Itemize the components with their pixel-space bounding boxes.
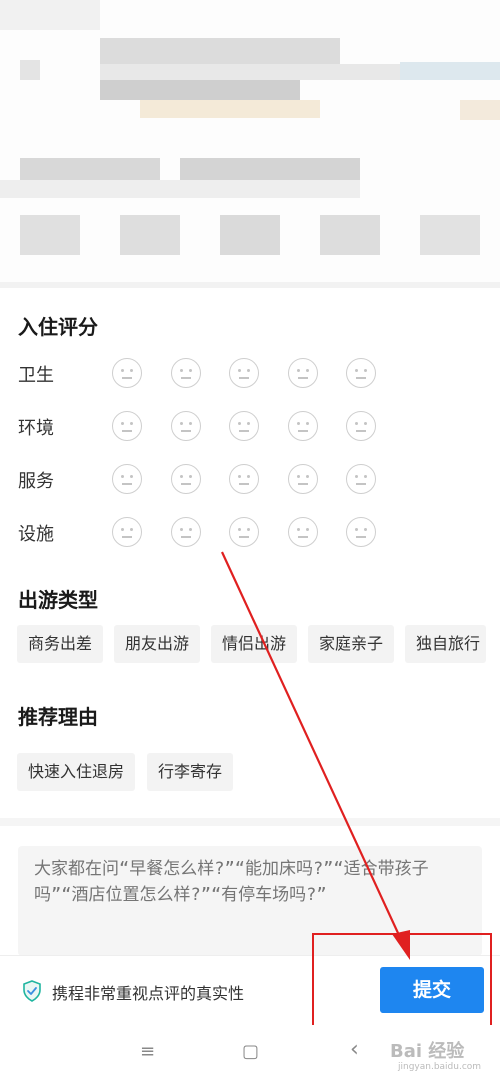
home-icon[interactable]: ▢ bbox=[242, 1041, 259, 1062]
back-icon[interactable]: ‹ bbox=[350, 1037, 359, 1062]
baidu-watermark: Bai 经验 bbox=[390, 1041, 465, 1062]
menu-icon[interactable]: ≡ bbox=[140, 1041, 155, 1062]
annotation-arrow bbox=[221, 551, 410, 960]
annotation-highlight-box bbox=[312, 933, 492, 1027]
baidu-watermark-url: jingyan.baidu.com bbox=[398, 1062, 482, 1072]
